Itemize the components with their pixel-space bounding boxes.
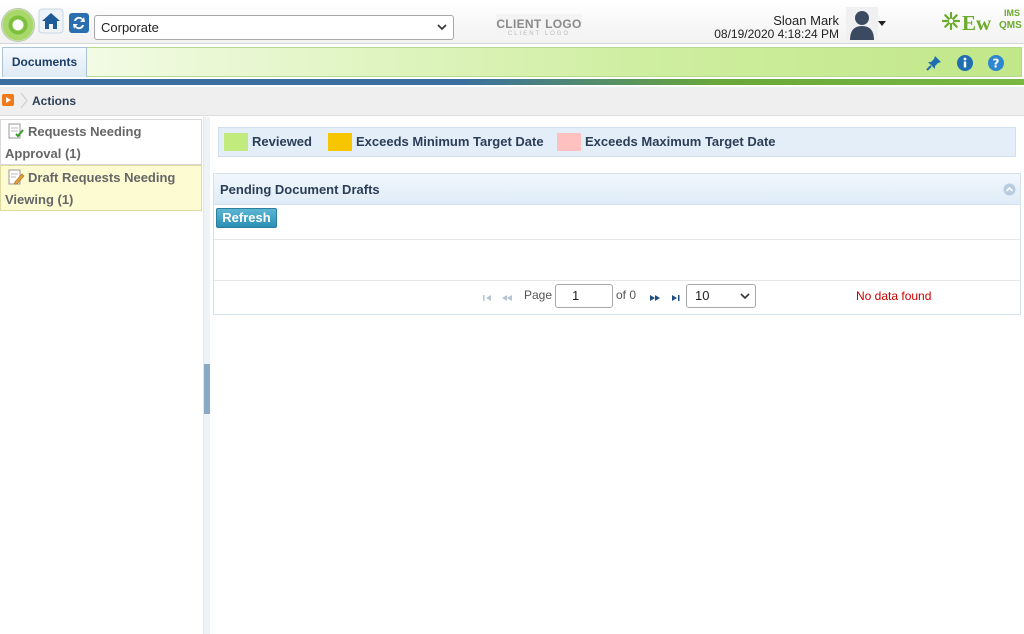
client-logo-text: CLIENT LOGO [496,17,582,31]
pin-icon[interactable] [925,54,943,72]
chevron-down-icon [740,293,750,300]
brand-ew-text: Ew [962,11,992,35]
user-name: Sloan Mark [773,13,839,28]
info-icon[interactable] [956,54,974,72]
sidebar-item-label: Draft Requests Needing Viewing (1) [5,170,176,207]
brand-star-icon [942,12,960,30]
legend-label-exceeds-maximum: Exceeds Maximum Target Date [585,134,776,149]
pager: Page 1 of 0 10 No data found [214,281,1020,315]
legend-swatch-reviewed [224,133,248,151]
legend-swatch-exceeds-minimum [328,133,352,151]
brand-ims-text: IMS [1004,8,1021,18]
help-icon[interactable]: ? [987,54,1005,72]
refresh-button[interactable]: Refresh [216,208,277,228]
page-size-value: 10 [695,288,710,303]
next-page-icon[interactable] [649,294,661,302]
page-label: Page [524,288,553,302]
nav-toolbar: ? [86,47,1022,77]
svg-text:?: ? [993,57,1000,71]
main-nav: ? Documents [0,45,1024,79]
tab-documents[interactable]: Documents [2,47,87,77]
approval-document-icon [8,123,24,139]
status-legend: Reviewed Exceeds Minimum Target Date Exc… [218,127,1016,157]
page-number-input[interactable]: 1 [555,284,613,308]
brand-qms-text: QMS [999,20,1022,31]
page-size-select[interactable]: 10 [686,284,756,308]
client-logo-subtext: CLIENT LOGO [507,31,571,37]
collapse-icon[interactable] [1003,183,1016,196]
last-page-icon[interactable] [669,294,681,302]
avatar[interactable] [846,7,878,41]
panel-header: Pending Document Drafts [214,174,1020,205]
top-bar: Corporate CLIENT LOGO CLIENT LOGO Sloan … [0,0,1024,44]
draft-edit-icon [8,169,25,185]
splitter-handle[interactable] [204,364,210,414]
previous-page-icon[interactable] [501,294,513,302]
empty-message: No data found [856,289,932,303]
breadcrumb-separator-icon [20,92,28,109]
brand-logo: Ew IMS QMS [942,8,1022,35]
sidebar: Requests Needing Approval (1) Draft Requ… [0,117,203,634]
pending-drafts-panel: Pending Document Drafts Refresh Page 1 o… [213,173,1021,315]
header-divider [0,79,1024,85]
sidebar-item-requests-needing-approval[interactable]: Requests Needing Approval (1) [0,119,202,165]
organization-value: Corporate [101,20,159,35]
sidebar-item-label: Requests Needing Approval (1) [5,124,142,161]
current-datetime: 08/19/2020 4:18:24 PM [714,27,839,41]
organization-select[interactable]: Corporate [94,15,454,40]
chevron-down-icon [437,24,447,31]
breadcrumb: Actions [0,87,1024,116]
legend-label-exceeds-minimum: Exceeds Minimum Target Date [356,134,544,149]
first-page-icon[interactable] [482,294,494,302]
legend-label-reviewed: Reviewed [252,134,312,149]
grid-divider [214,239,1020,240]
sidebar-item-draft-requests-needing-viewing[interactable]: Draft Requests Needing Viewing (1) [0,165,202,211]
refresh-icon[interactable] [68,12,90,34]
caret-down-icon[interactable] [878,21,886,26]
home-icon[interactable] [38,8,64,34]
actions-icon [2,94,14,106]
panel-title: Pending Document Drafts [220,182,380,197]
sidebar-splitter[interactable] [203,117,210,634]
app-logo-icon[interactable] [1,8,35,42]
page-count: of 0 [616,288,637,302]
legend-swatch-exceeds-maximum [557,133,581,151]
client-logo: CLIENT LOGO CLIENT LOGO [496,14,582,40]
breadcrumb-label: Actions [32,94,77,108]
